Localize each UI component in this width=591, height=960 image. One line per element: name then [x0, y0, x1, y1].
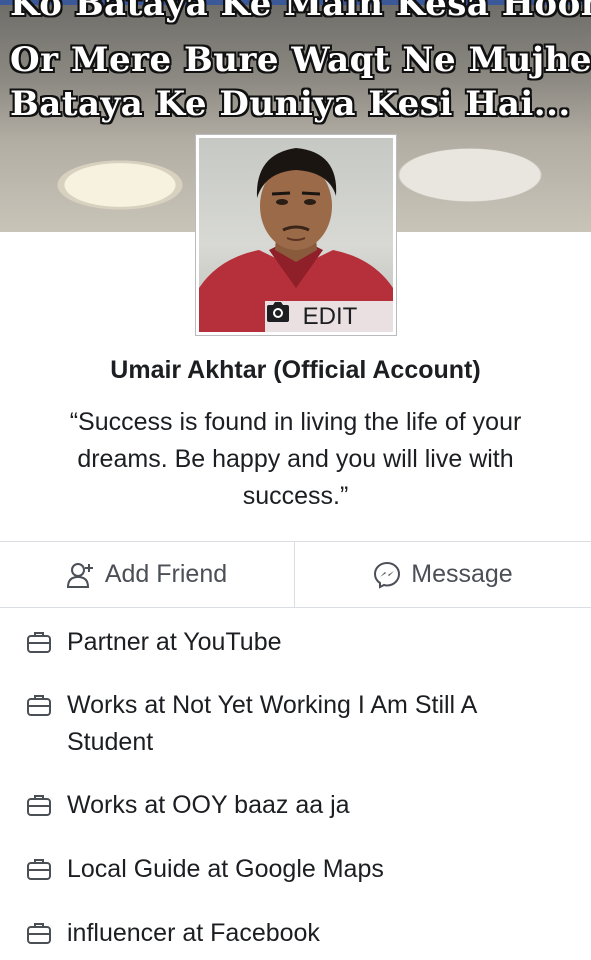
- add-friend-label: Add Friend: [104, 560, 228, 588]
- work-item-text: Works at OOY baaz aa ja: [67, 791, 350, 819]
- add-friend-button[interactable]: Add Friend: [0, 542, 295, 607]
- work-item-text: Local Guide at Google Maps: [67, 855, 384, 883]
- cover-text-line-3: Bataya Ke Duniya Kesi Hai...: [10, 84, 571, 124]
- briefcase-icon: [27, 859, 51, 880]
- messenger-icon: [374, 561, 401, 589]
- message-button[interactable]: Message: [295, 542, 591, 607]
- avatar: EDIT: [199, 138, 393, 332]
- briefcase-icon: [27, 632, 51, 653]
- briefcase-icon: [27, 923, 51, 944]
- profile-actions: Add Friend Message: [0, 542, 591, 607]
- work-item-text: influencer at Facebook: [67, 919, 320, 947]
- add-friend-icon: [66, 562, 93, 588]
- profile-name: Umair Akhtar (Official Account): [110, 356, 481, 384]
- cover-text-line-1: Ko Bataya Ke Main Kesa Hoon,: [10, 0, 591, 24]
- work-item-text: Partner at YouTube: [67, 628, 282, 656]
- edit-label: EDIT: [302, 303, 358, 330]
- briefcase-icon: [27, 695, 51, 716]
- edit-profile-picture-button[interactable]: EDIT: [265, 301, 393, 332]
- work-item-text: Works at Not Yet Working I Am Still A St…: [67, 691, 476, 756]
- profile-picture[interactable]: EDIT: [195, 134, 397, 336]
- briefcase-icon: [27, 795, 51, 816]
- cover-text-line-2: Or Mere Bure Waqt Ne Mujhe: [10, 40, 591, 80]
- message-label: Message: [411, 560, 513, 588]
- profile-bio: “Success is found in living the life of …: [69, 408, 522, 510]
- camera-icon: [267, 302, 289, 322]
- divider: [0, 607, 591, 608]
